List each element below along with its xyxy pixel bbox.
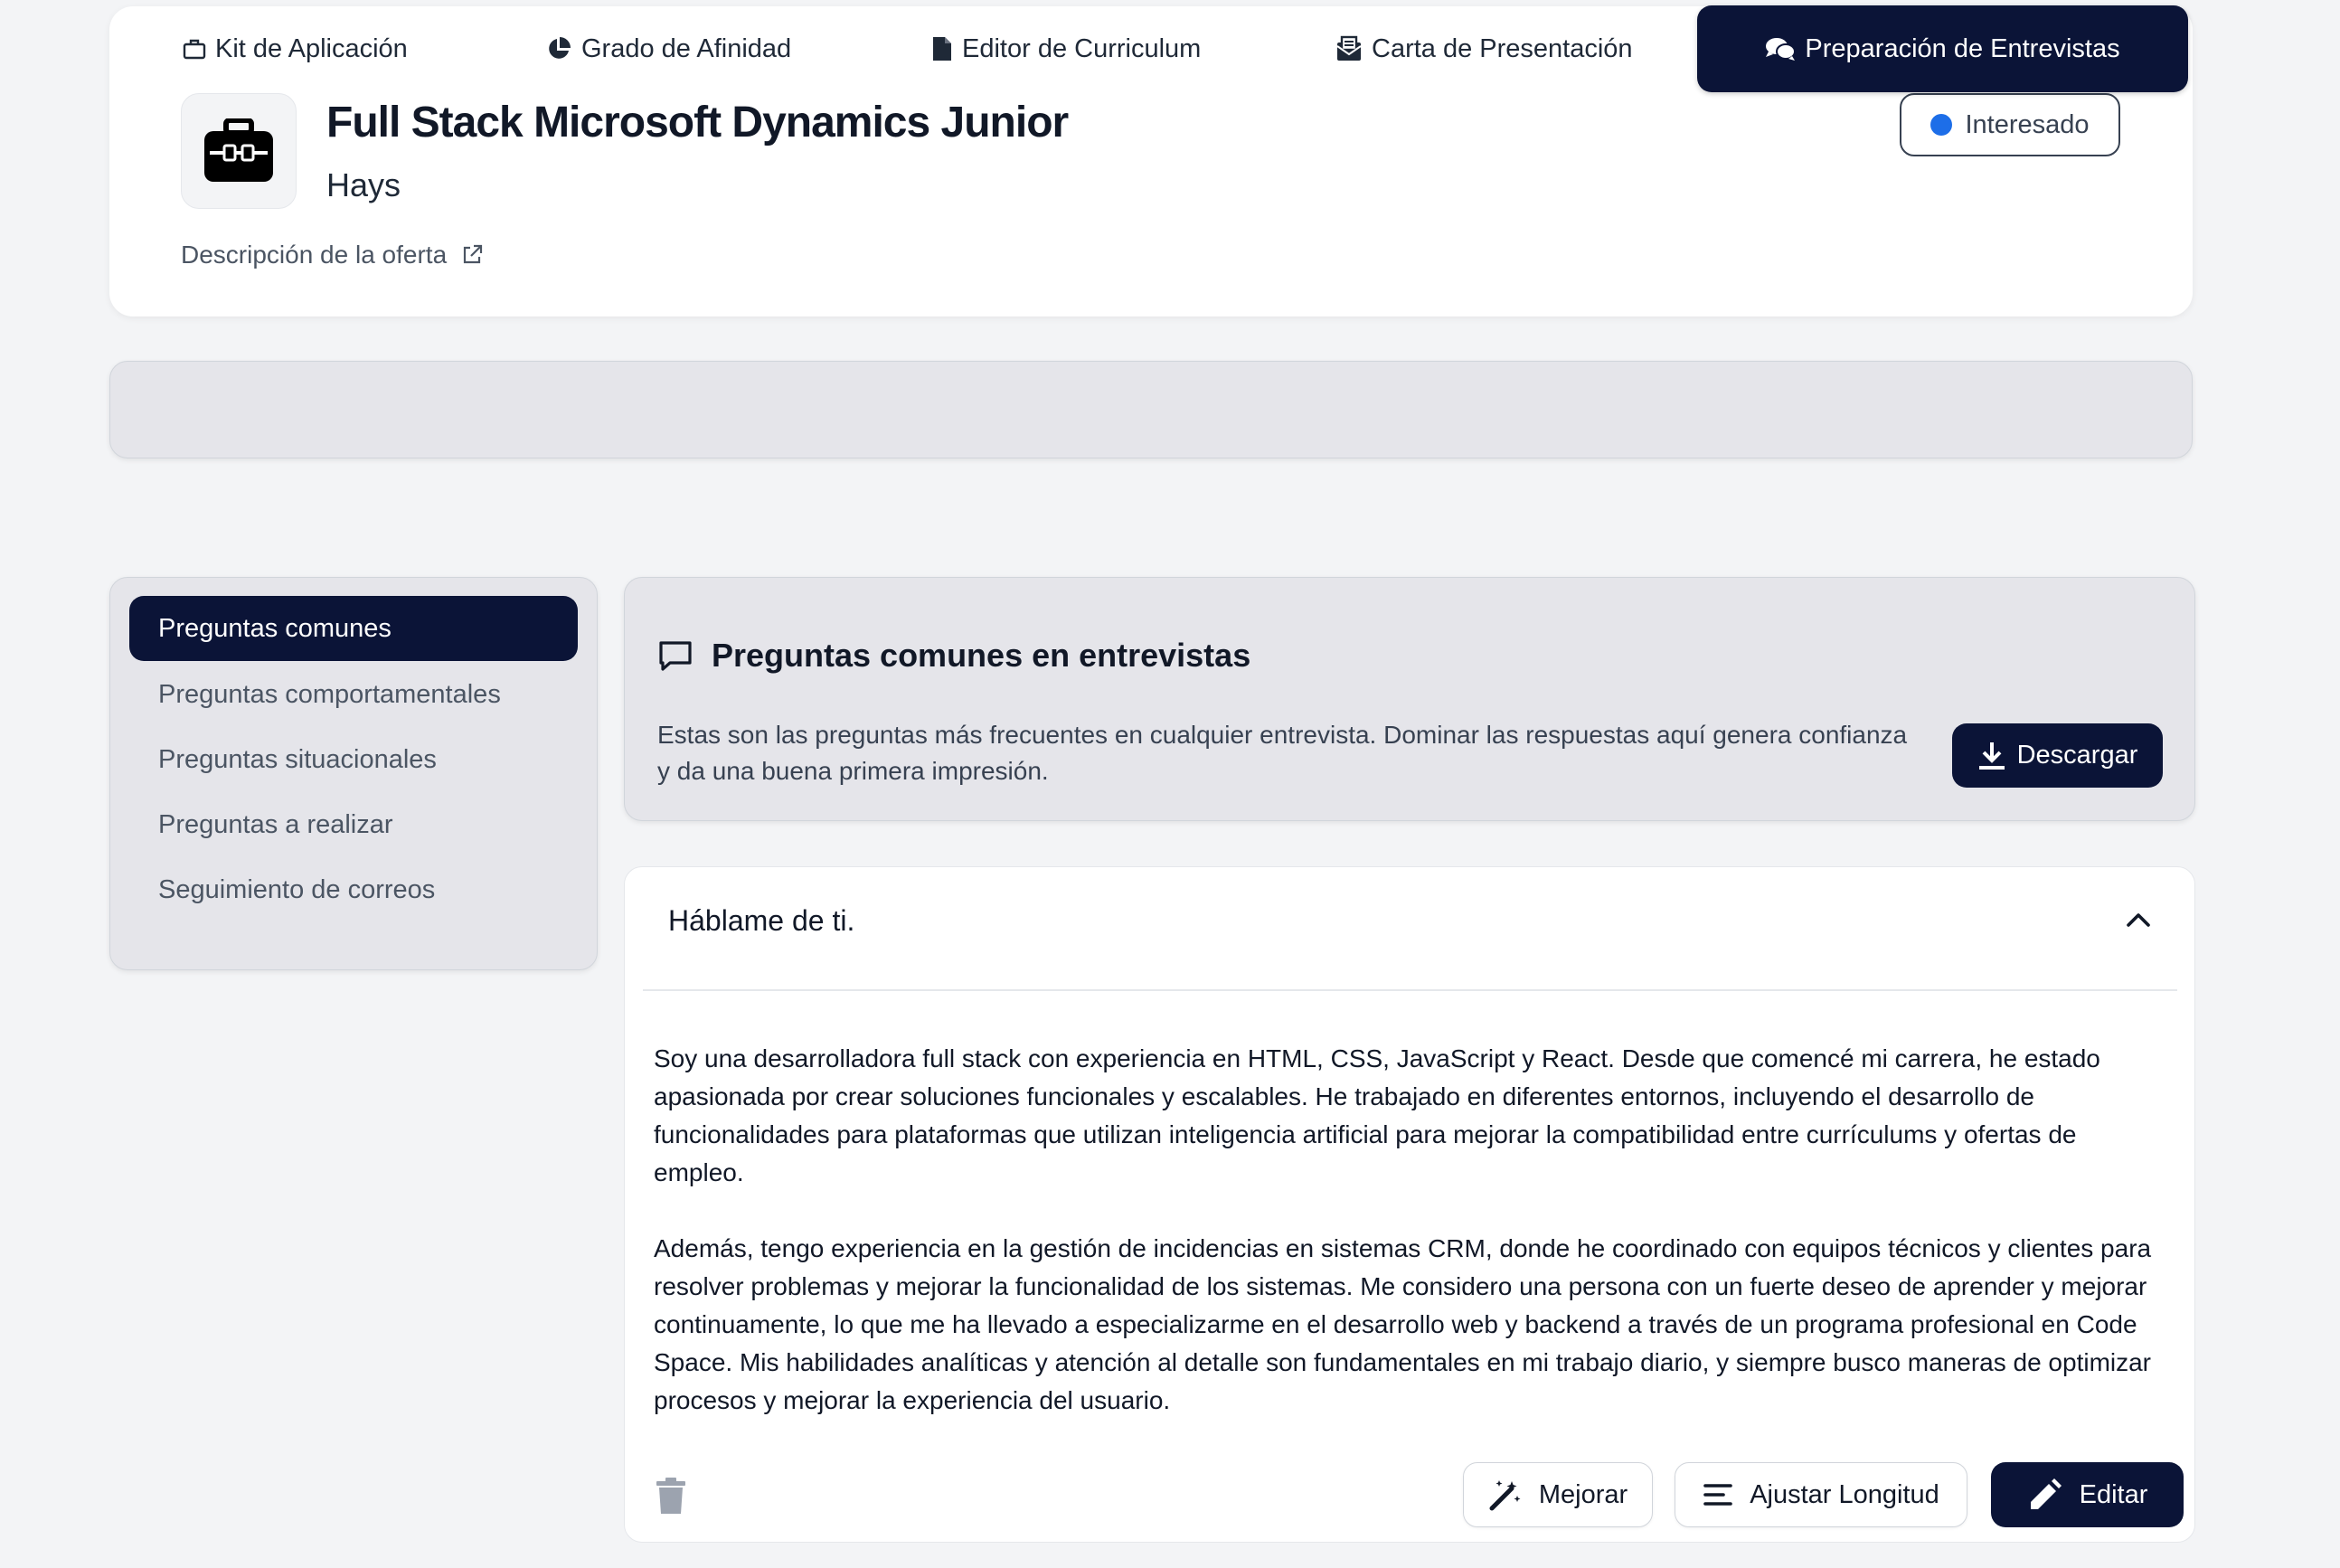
sidebar-item-preguntas-comunes[interactable]: Preguntas comunes	[129, 596, 578, 661]
status-button[interactable]: Interesado	[1900, 93, 2120, 156]
trash-icon[interactable]	[653, 1476, 689, 1516]
improve-button[interactable]: Mejorar	[1463, 1462, 1653, 1527]
divider	[643, 989, 2177, 991]
briefcase-icon	[204, 118, 273, 182]
section-description: Estas son las preguntas más frecuentes e…	[657, 721, 1908, 785]
improve-label: Mejorar	[1538, 1479, 1628, 1509]
chat-bubble-icon	[659, 641, 692, 671]
sidebar-item-label: Preguntas comportamentales	[158, 679, 501, 709]
tab-label: Preparación de Entrevistas	[1805, 33, 2120, 63]
answer-paragraph: Soy una desarrolladora full stack con ex…	[654, 1044, 2100, 1186]
tab-grado-afinidad[interactable]: Grado de Afinidad	[527, 5, 809, 92]
download-label: Descargar	[2016, 741, 2138, 770]
sidebar-item-preguntas-a-realizar[interactable]: Preguntas a realizar	[129, 792, 578, 857]
adjust-length-button[interactable]: Ajustar Longitud	[1675, 1462, 1967, 1527]
pencil-icon	[2030, 1478, 2062, 1509]
tab-carta-presentacion[interactable]: Carta de Presentación	[1317, 5, 1651, 92]
sidebar-item-label: Preguntas comunes	[158, 613, 392, 643]
answer-paragraph: Además, tengo experiencia en la gestión …	[654, 1234, 2152, 1414]
edit-button[interactable]: Editar	[1991, 1462, 2184, 1527]
job-title: Full Stack Microsoft Dynamics Junior	[326, 99, 1069, 146]
chevron-up-icon[interactable]	[2123, 904, 2154, 935]
external-link-icon	[464, 244, 483, 264]
tab-label: Carta de Presentación	[1372, 33, 1633, 63]
sidebar-item-label: Preguntas situacionales	[158, 744, 437, 774]
company-logo	[181, 93, 297, 209]
sidebar-item-preguntas-comportamentales[interactable]: Preguntas comportamentales	[129, 662, 578, 727]
briefcase-outline-icon	[183, 39, 206, 60]
tabs-bar	[109, 361, 2193, 458]
sidebar-item-preguntas-situacionales[interactable]: Preguntas situacionales	[129, 727, 578, 792]
tab-label: Grado de Afinidad	[581, 33, 792, 63]
sidebar-item-label: Preguntas a realizar	[158, 809, 393, 839]
section-title-text: Preguntas comunes en entrevistas	[712, 637, 1251, 674]
tab-kit-aplicacion[interactable]: Kit de Aplicación	[165, 5, 426, 92]
sidebar-item-seguimiento-correos[interactable]: Seguimiento de correos	[129, 857, 578, 922]
adjust-length-label: Ajustar Longitud	[1750, 1479, 1939, 1509]
download-button[interactable]: Descargar	[1952, 723, 2163, 788]
company-name: Hays	[326, 166, 401, 203]
chat-bubbles-icon	[1766, 38, 1797, 61]
job-description-link-label: Descripción de la oferta	[181, 241, 448, 269]
job-description-link[interactable]: Descripción de la oferta	[181, 241, 483, 269]
envelope-open-icon	[1336, 35, 1362, 61]
sidebar-item-label: Seguimiento de correos	[158, 874, 436, 904]
magic-wand-icon	[1489, 1480, 1521, 1511]
pie-chart-icon	[549, 37, 571, 59]
question-answer: Soy una desarrolladora full stack con ex…	[654, 1040, 2173, 1420]
text-align-icon	[1703, 1484, 1733, 1506]
tab-editor-curriculum[interactable]: Editor de Curriculum	[913, 5, 1219, 92]
document-icon	[933, 37, 951, 61]
question-title[interactable]: Háblame de ti.	[668, 904, 854, 938]
tab-label: Editor de Curriculum	[962, 33, 1202, 63]
tab-preparacion-entrevistas[interactable]: Preparación de Entrevistas	[1697, 5, 2188, 92]
edit-label: Editar	[2079, 1479, 2148, 1509]
status-label: Interesado	[1965, 109, 2090, 139]
tab-label: Kit de Aplicación	[215, 33, 408, 63]
status-dot	[1930, 114, 1953, 136]
section-title: Preguntas comunes en entrevistas	[657, 637, 1250, 675]
download-icon	[1978, 741, 2005, 770]
